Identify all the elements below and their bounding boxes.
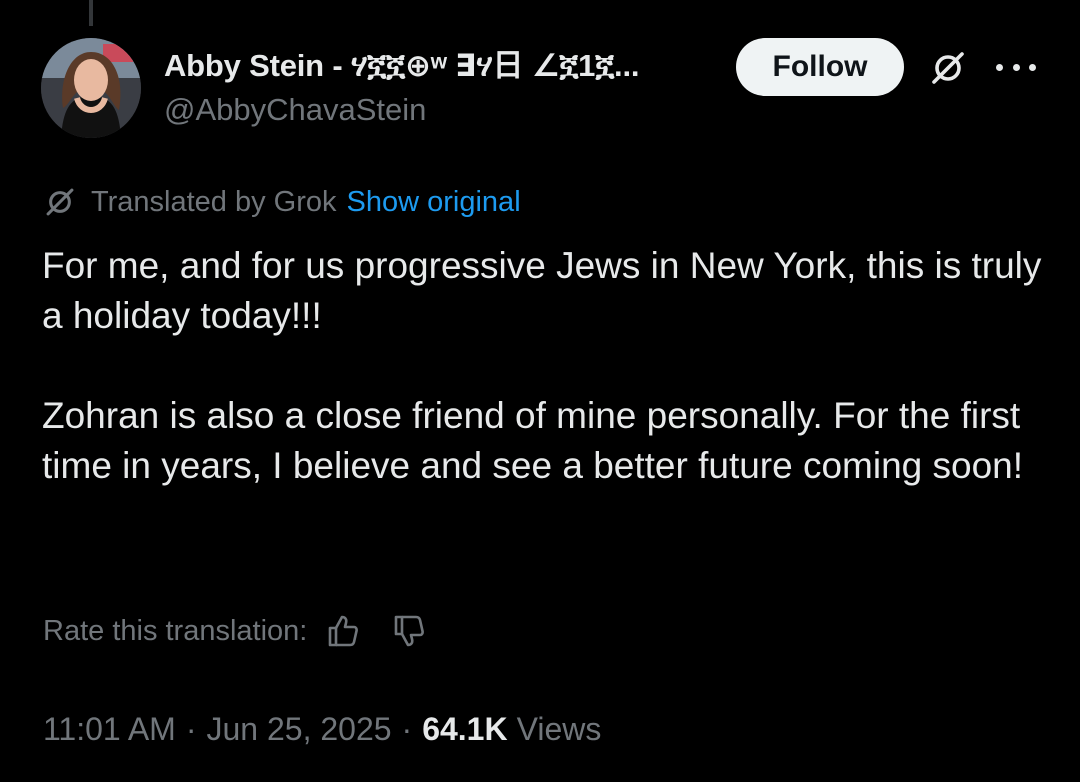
tweet-paragraph: For me, and for us progressive Jews in N… [42,245,1042,336]
more-dots-icon[interactable] [996,50,1036,84]
avatar-photo-icon [41,38,141,138]
meta-separator: · [401,710,413,747]
tweet-paragraph: Zohran is also a close friend of mine pe… [42,395,1024,486]
show-original-link[interactable]: Show original [347,186,521,219]
tweet-date[interactable]: Jun 25, 2025 [206,711,391,748]
thumbs-down-icon[interactable] [391,613,427,649]
tweet-text: For me, and for us progressive Jews in N… [42,241,1052,491]
meta-separator: · [185,710,197,747]
author-name-text: Abby Stein - [164,47,351,83]
author-name-script: ሃኟኟ⊕ʷ ∃ሃ日 ∠ኟ1ኟ... [350,47,640,83]
follow-button[interactable]: Follow [736,38,904,96]
author-handle[interactable]: @AbbyChavaStein [164,92,426,128]
author-name-row[interactable]: Abby Stein - ሃኟኟ⊕ʷ ∃ሃ日 ∠ኟ1ኟ... [164,40,639,85]
grok-icon [46,188,74,216]
thumbs-up-icon[interactable] [325,613,361,649]
rate-translation-label: Rate this translation: [43,614,308,647]
tweet-time[interactable]: 11:01 AM [43,711,176,748]
translated-by-label: Translated by Grok [91,185,337,218]
views-count[interactable]: 64.1K [422,711,507,748]
tweet-meta: 11:01 AM · Jun 25, 2025 · 64.1K Views [43,706,601,752]
grok-icon[interactable] [928,48,968,88]
views-label: Views [516,710,602,747]
thread-connector-line [89,0,93,26]
avatar[interactable] [41,38,141,138]
rate-translation-row: Rate this translation: [43,610,427,652]
translation-notice: Translated by Grok Show original [43,183,521,221]
author-display-name[interactable]: Abby Stein - ሃኟኟ⊕ʷ ∃ሃ日 ∠ኟ1ኟ... [164,40,639,85]
